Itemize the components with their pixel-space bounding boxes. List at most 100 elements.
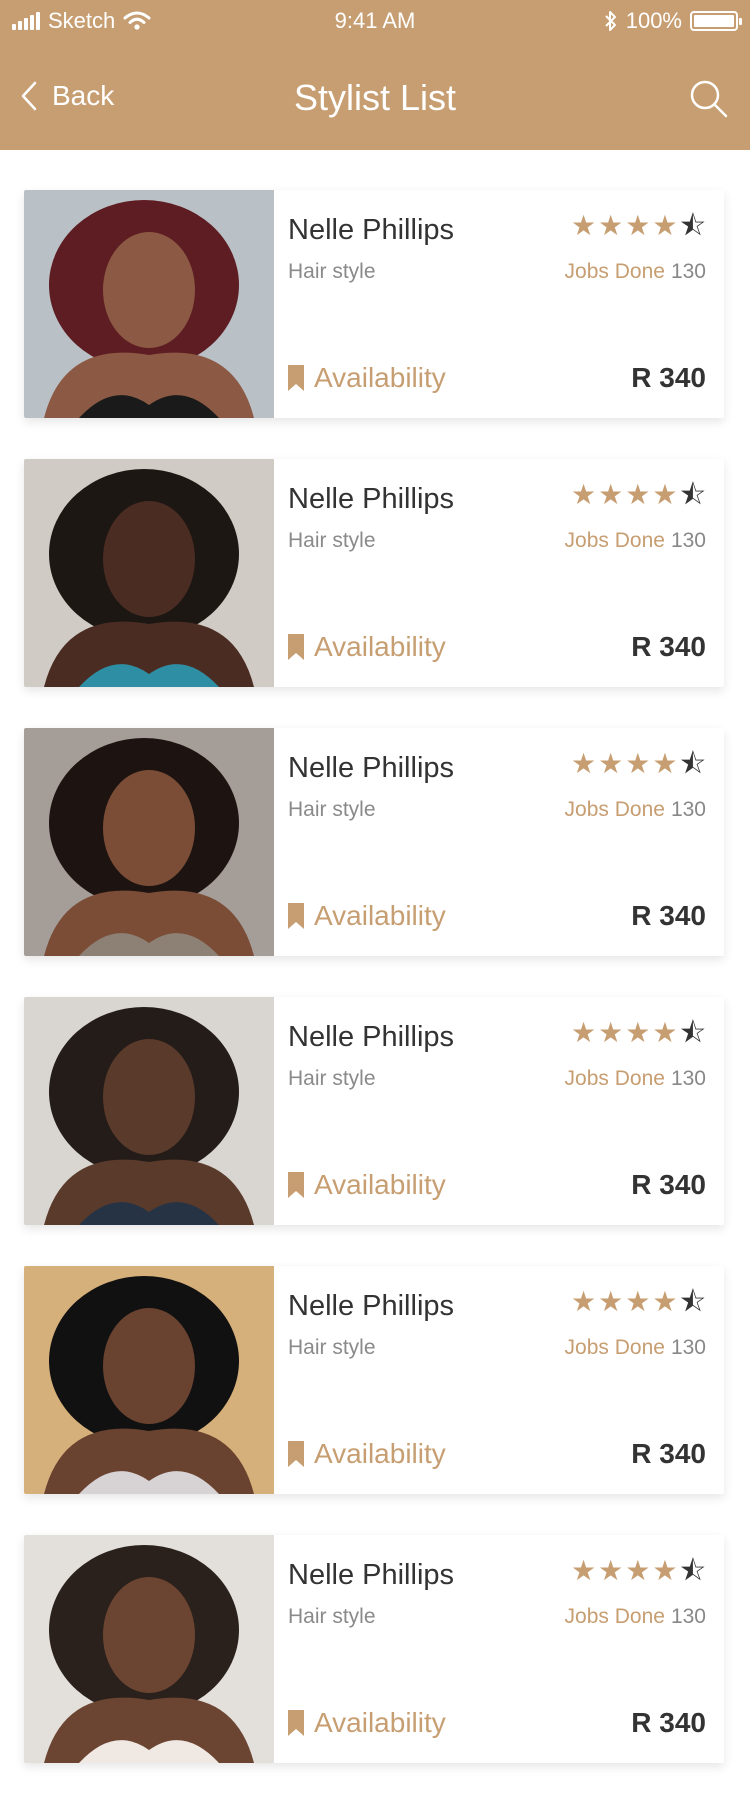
availability-button[interactable]: Availability — [288, 362, 446, 394]
jobs-done: Jobs Done 130 — [565, 529, 706, 553]
stylist-info: Nelle Phillips Hair style ★ ★ ★ ★ ⯪ Jobs… — [274, 997, 724, 1225]
star-icon: ★ — [652, 479, 678, 510]
rating-stars: ★ ★ ★ ★ ⯪ — [571, 1019, 706, 1047]
rating-stars: ★ ★ ★ ★ ⯪ — [571, 750, 706, 778]
availability-button[interactable]: Availability — [288, 900, 446, 932]
jobs-done: Jobs Done 130 — [565, 1336, 706, 1360]
stylist-photo — [24, 1266, 274, 1494]
star-icon: ★ — [652, 1017, 678, 1048]
stylist-card[interactable]: Nelle Phillips Hair style ★ ★ ★ ★ ⯪ Jobs… — [24, 459, 724, 687]
jobs-done-count: 130 — [670, 529, 706, 552]
star-icon: ★ — [652, 210, 678, 241]
rating-stars: ★ ★ ★ ★ ⯪ — [571, 1288, 706, 1316]
availability-button[interactable]: Availability — [288, 1707, 446, 1739]
status-bar: Sketch 9:41 AM 100% — [0, 0, 750, 42]
half-star-icon: ⯪ — [679, 748, 706, 779]
stylist-card[interactable]: Nelle Phillips Hair style ★ ★ ★ ★ ⯪ Jobs… — [24, 1266, 724, 1494]
star-icon: ★ — [625, 1286, 651, 1317]
portrait-image — [24, 997, 274, 1225]
jobs-done-label: Jobs Done — [564, 1067, 665, 1090]
stylist-name: Nelle Phillips — [288, 1559, 455, 1591]
half-star-icon: ⯪ — [679, 1286, 706, 1317]
bookmark-icon — [288, 634, 304, 660]
jobs-done-count: 130 — [670, 1067, 706, 1090]
bookmark-icon — [288, 1710, 304, 1736]
availability-label: Availability — [314, 1169, 446, 1200]
half-star-icon: ⯪ — [679, 1555, 706, 1586]
portrait-image — [24, 459, 274, 687]
search-button[interactable] — [688, 78, 730, 120]
star-icon: ★ — [571, 479, 597, 510]
stylist-info: Nelle Phillips Hair style ★ ★ ★ ★ ⯪ Jobs… — [274, 1535, 724, 1763]
stylist-name: Nelle Phillips — [288, 752, 455, 784]
star-icon: ★ — [652, 1286, 678, 1317]
stylist-photo — [24, 1535, 274, 1763]
stylist-category: Hair style — [288, 1336, 376, 1359]
rating-stars: ★ ★ ★ ★ ⯪ — [571, 481, 706, 509]
half-star-icon: ⯪ — [679, 479, 706, 510]
star-icon: ★ — [598, 748, 624, 779]
top-bar: Sketch 9:41 AM 100% Back Stylist List — [0, 0, 750, 150]
price: R 340 — [631, 900, 706, 931]
stylist-category: Hair style — [288, 260, 376, 283]
star-icon: ★ — [571, 748, 597, 779]
stylist-info: Nelle Phillips Hair style ★ ★ ★ ★ ⯪ Jobs… — [274, 459, 724, 687]
stylist-name: Nelle Phillips — [288, 483, 455, 515]
availability-label: Availability — [314, 1438, 446, 1469]
stylist-category: Hair style — [288, 798, 376, 821]
star-icon: ★ — [598, 210, 624, 241]
bookmark-icon — [288, 365, 304, 391]
bluetooth-icon — [605, 11, 616, 31]
stylist-name: Nelle Phillips — [288, 214, 455, 246]
jobs-done-label: Jobs Done — [564, 1336, 665, 1359]
stylist-card[interactable]: Nelle Phillips Hair style ★ ★ ★ ★ ⯪ Jobs… — [24, 728, 724, 956]
jobs-done: Jobs Done 130 — [565, 260, 706, 284]
stylist-category: Hair style — [288, 1067, 376, 1090]
navigation-bar: Back Stylist List — [0, 60, 750, 140]
jobs-done-count: 130 — [670, 1336, 706, 1359]
stylist-card[interactable]: Nelle Phillips Hair style ★ ★ ★ ★ ⯪ Jobs… — [24, 190, 724, 418]
bookmark-icon — [288, 903, 304, 929]
jobs-done-label: Jobs Done — [564, 529, 665, 552]
rating-stars: ★ ★ ★ ★ ⯪ — [571, 212, 706, 240]
stylist-photo — [24, 190, 274, 418]
stylist-info: Nelle Phillips Hair style ★ ★ ★ ★ ⯪ Jobs… — [274, 728, 724, 956]
jobs-done-label: Jobs Done — [564, 1605, 665, 1628]
stylist-info: Nelle Phillips Hair style ★ ★ ★ ★ ⯪ Jobs… — [274, 190, 724, 418]
availability-button[interactable]: Availability — [288, 1438, 446, 1470]
bookmark-icon — [288, 1172, 304, 1198]
jobs-done: Jobs Done 130 — [565, 1605, 706, 1629]
status-right: 100% — [604, 8, 742, 34]
jobs-done-count: 130 — [670, 260, 706, 283]
jobs-done: Jobs Done 130 — [565, 1067, 706, 1091]
availability-button[interactable]: Availability — [288, 631, 446, 663]
star-icon: ★ — [598, 1286, 624, 1317]
half-star-icon: ⯪ — [679, 210, 706, 241]
price: R 340 — [631, 1169, 706, 1200]
portrait-image — [24, 190, 274, 418]
stylist-name: Nelle Phillips — [288, 1290, 455, 1322]
price: R 340 — [631, 1438, 706, 1469]
availability-label: Availability — [314, 362, 446, 393]
bookmark-icon — [288, 1441, 304, 1467]
battery-icon — [690, 11, 742, 31]
search-icon — [690, 80, 728, 118]
star-icon: ★ — [598, 1555, 624, 1586]
stylist-info: Nelle Phillips Hair style ★ ★ ★ ★ ⯪ Jobs… — [274, 1266, 724, 1494]
availability-label: Availability — [314, 631, 446, 662]
price: R 340 — [631, 631, 706, 662]
stylist-card[interactable]: Nelle Phillips Hair style ★ ★ ★ ★ ⯪ Jobs… — [24, 997, 724, 1225]
star-icon: ★ — [652, 748, 678, 779]
portrait-image — [24, 1266, 274, 1494]
stylist-category: Hair style — [288, 1605, 376, 1628]
stylist-photo — [24, 459, 274, 687]
star-icon: ★ — [625, 210, 651, 241]
battery-percent: 100% — [625, 8, 682, 33]
stylist-card[interactable]: Nelle Phillips Hair style ★ ★ ★ ★ ⯪ Jobs… — [24, 1535, 724, 1763]
price: R 340 — [631, 362, 706, 393]
availability-button[interactable]: Availability — [288, 1169, 446, 1201]
jobs-done-label: Jobs Done — [564, 798, 665, 821]
star-icon: ★ — [571, 1017, 597, 1048]
jobs-done: Jobs Done 130 — [565, 798, 706, 822]
jobs-done-count: 130 — [670, 1605, 706, 1628]
